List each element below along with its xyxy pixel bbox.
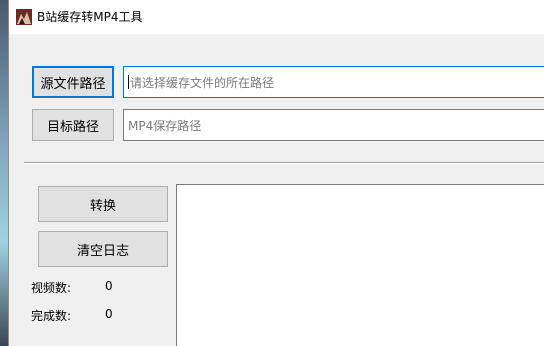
log-textarea[interactable]: [176, 184, 544, 346]
text-caret: [128, 75, 129, 89]
convert-button[interactable]: 转换: [38, 186, 168, 222]
source-path-button[interactable]: 源文件路径: [32, 66, 114, 98]
video-count-label: 视频数:: [31, 281, 72, 295]
app-icon: [16, 9, 32, 25]
window-title: B站缓存转MP4工具: [37, 10, 143, 24]
app-window: B站缓存转MP4工具 源文件路径 请选择缓存文件的所在路径 目标路径 MP4保存…: [8, 0, 544, 346]
video-count-value: 0: [105, 279, 113, 293]
title-bar: B站缓存转MP4工具: [9, 0, 544, 34]
section-divider: [24, 162, 544, 164]
target-path-input[interactable]: MP4保存路径: [123, 109, 544, 141]
source-path-input[interactable]: 请选择缓存文件的所在路径: [123, 66, 544, 98]
clear-log-button[interactable]: 清空日志: [38, 231, 168, 267]
source-path-placeholder: 请选择缓存文件的所在路径: [130, 75, 275, 90]
completed-count-value: 0: [105, 307, 113, 321]
target-path-button[interactable]: 目标路径: [32, 109, 114, 141]
completed-count-label: 完成数:: [31, 309, 72, 323]
target-path-placeholder: MP4保存路径: [128, 118, 202, 133]
